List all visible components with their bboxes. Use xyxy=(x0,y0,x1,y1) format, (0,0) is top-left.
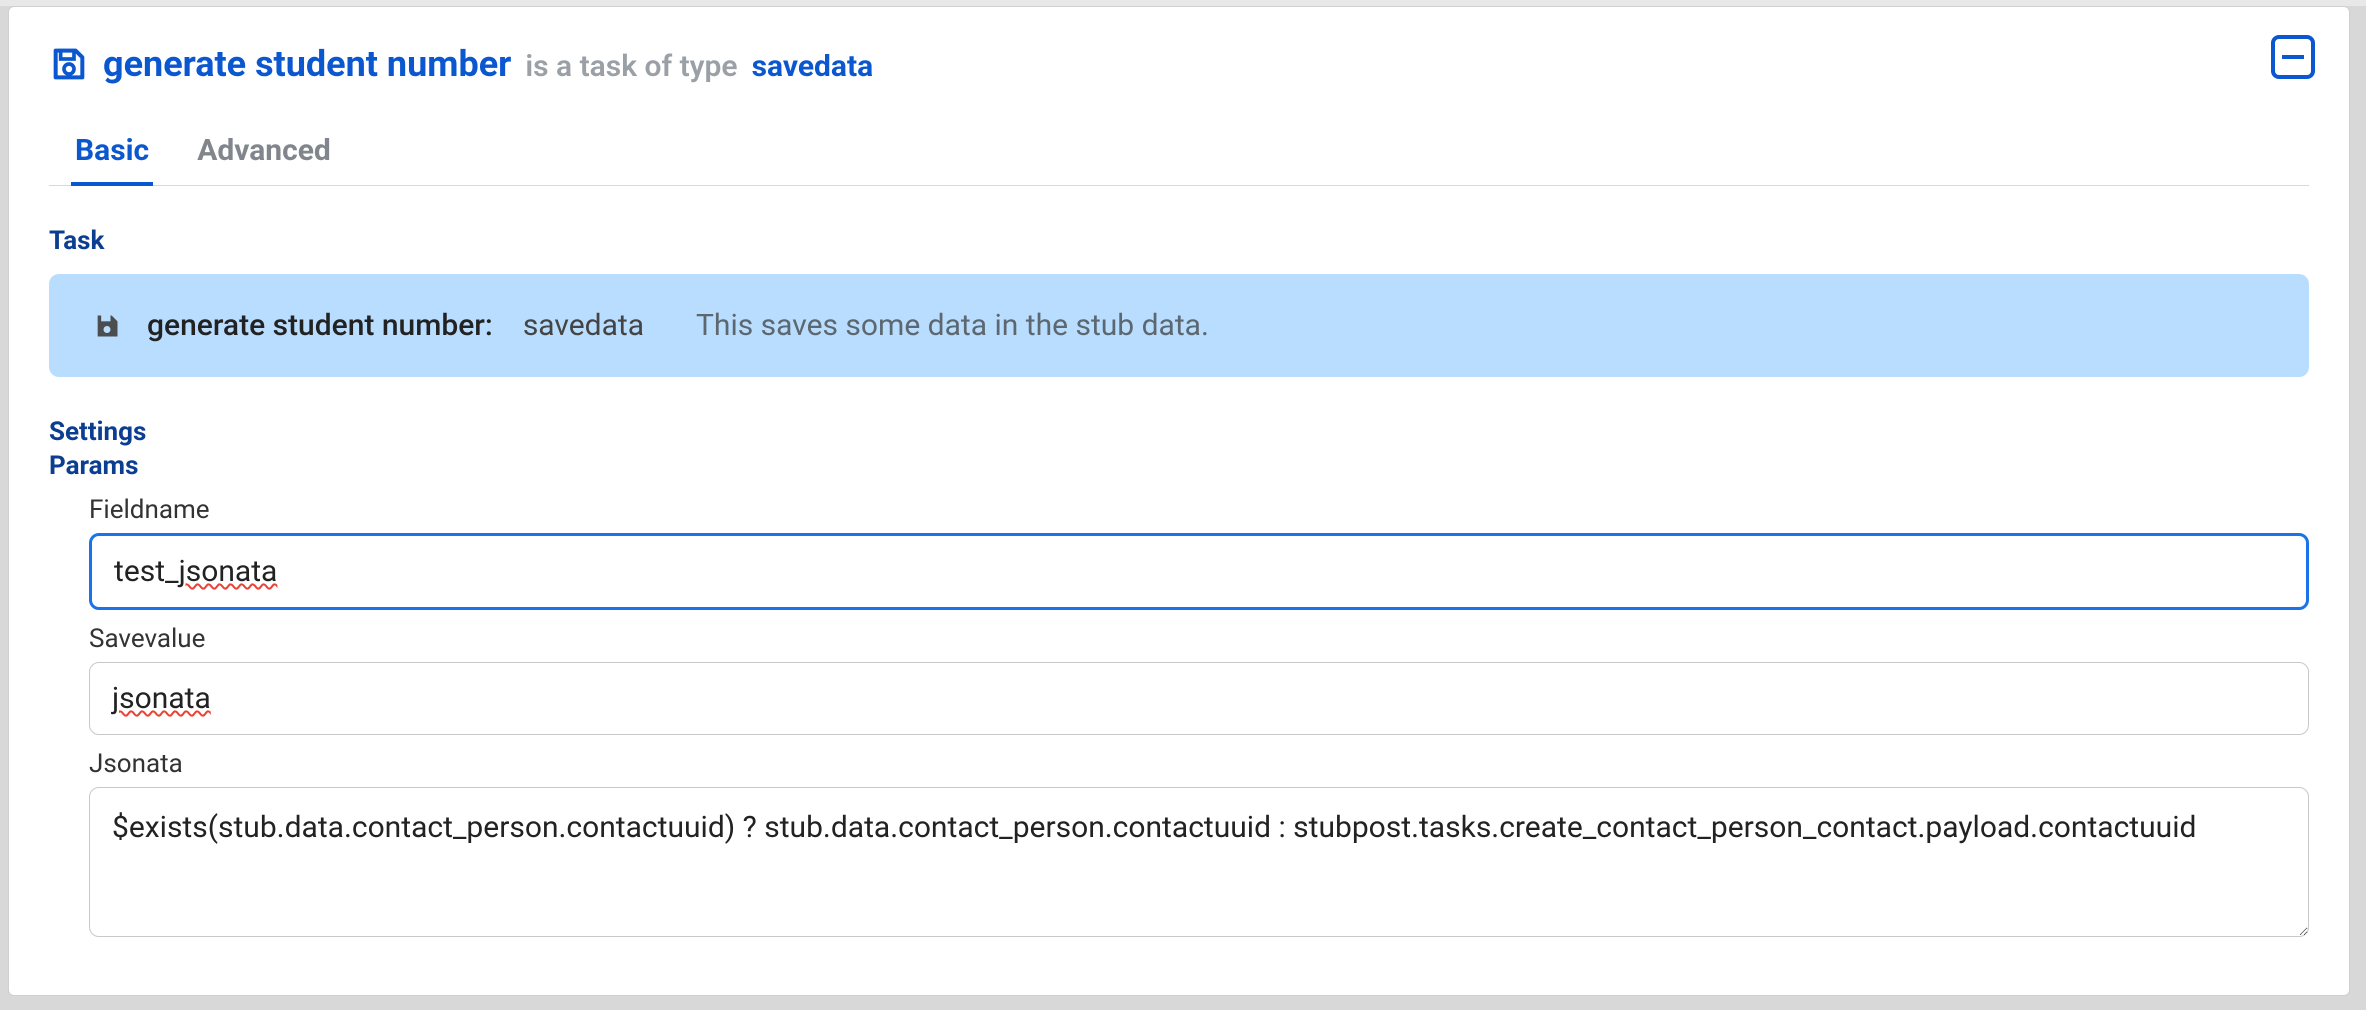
task-title: generate student number xyxy=(103,43,511,85)
save-icon xyxy=(93,312,121,340)
task-banner-type: savedata xyxy=(523,308,644,343)
section-params-label: Params xyxy=(49,451,2309,481)
task-type-label: savedata xyxy=(752,49,874,84)
savevalue-input[interactable]: jsonata xyxy=(89,662,2309,735)
jsonata-input[interactable] xyxy=(89,787,2309,937)
tabs: Basic Advanced xyxy=(49,133,2309,186)
section-task-label: Task xyxy=(49,226,2309,256)
jsonata-label: Jsonata xyxy=(89,749,2309,779)
save-icon xyxy=(49,44,89,84)
task-banner-name: generate student number: xyxy=(147,308,493,343)
collapse-button[interactable] xyxy=(2271,35,2315,79)
tab-advanced[interactable]: Advanced xyxy=(193,133,335,186)
card-header: generate student number is a task of typ… xyxy=(49,43,2309,85)
task-editor-card: generate student number is a task of typ… xyxy=(8,6,2350,996)
tab-basic[interactable]: Basic xyxy=(71,133,153,186)
minus-icon xyxy=(2282,55,2304,59)
task-banner-description: This saves some data in the stub data. xyxy=(696,308,1209,343)
fieldname-input[interactable]: test_jsonata xyxy=(89,533,2309,610)
task-subtitle: is a task of type xyxy=(525,49,737,84)
savevalue-label: Savevalue xyxy=(89,624,2309,654)
task-banner[interactable]: generate student number: savedata This s… xyxy=(49,274,2309,377)
fieldname-label: Fieldname xyxy=(89,495,2309,525)
section-settings-label: Settings xyxy=(49,417,2309,447)
